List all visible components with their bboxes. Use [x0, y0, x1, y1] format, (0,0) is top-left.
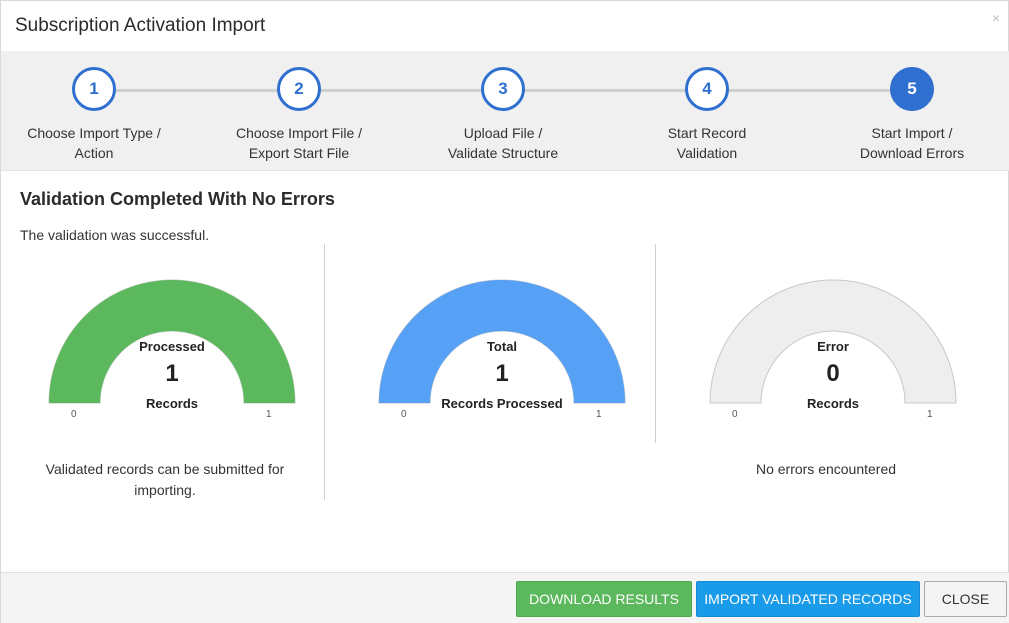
- step-3-label-line1: Upload File /: [463, 125, 543, 141]
- error-gauge-max: 1: [927, 409, 933, 420]
- error-description-line1: No errors encountered: [755, 461, 897, 477]
- processed-gauge-value: 1: [165, 360, 179, 387]
- step-4-label: Start Record Validation: [607, 123, 807, 163]
- processed-gauge-max: 1: [266, 409, 272, 420]
- column-divider-2: [655, 244, 656, 443]
- import-dialog: Subscription Activation Import × 1 Choos…: [0, 0, 1009, 623]
- total-gauge-max: 1: [596, 409, 602, 420]
- step-5: 5 Start Import / Download Errors: [812, 67, 1009, 163]
- step-1-label-line2: Action: [74, 145, 114, 161]
- error-description: No errors encountered: [686, 459, 966, 480]
- step-5-label: Start Import / Download Errors: [812, 123, 1009, 163]
- step-2-label-line2: Export Start File: [248, 145, 350, 161]
- step-1: 1 Choose Import Type / Action: [0, 67, 194, 163]
- close-button[interactable]: CLOSE: [924, 581, 1007, 617]
- total-gauge: Total 1 Records Processed 0 1: [372, 271, 632, 431]
- step-3-label-line2: Validate Structure: [447, 145, 559, 161]
- step-1-label-line1: Choose Import Type /: [27, 125, 161, 141]
- result-subtext: The validation was successful.: [20, 227, 210, 243]
- step-1-circle: 1: [72, 67, 116, 111]
- dialog-header: Subscription Activation Import ×: [1, 1, 1009, 51]
- total-gauge-title: Total: [486, 339, 518, 354]
- error-gauge: Error 0 Records 0 1: [703, 271, 963, 431]
- download-results-button[interactable]: DOWNLOAD RESULTS: [516, 581, 692, 617]
- step-5-label-line1: Start Import /: [871, 125, 953, 141]
- step-3-label: Upload File / Validate Structure: [403, 123, 603, 163]
- step-5-circle: 5: [890, 67, 934, 111]
- total-gauge-min: 0: [401, 409, 407, 420]
- step-1-label: Choose Import Type / Action: [0, 123, 194, 163]
- import-validated-records-button[interactable]: IMPORT VALIDATED RECORDS: [696, 581, 920, 617]
- processed-gauge: Processed 1 Records 0 1: [42, 271, 302, 431]
- total-gauge-value: 1: [495, 360, 509, 387]
- step-2-circle: 2: [277, 67, 321, 111]
- wizard-stepper: 1 Choose Import Type / Action 2 Choose I…: [1, 51, 1009, 171]
- dialog-title: Subscription Activation Import: [15, 15, 266, 36]
- step-4-label-line1: Start Record: [667, 125, 747, 141]
- step-5-label-line2: Download Errors: [859, 145, 965, 161]
- step-3-circle: 3: [481, 67, 525, 111]
- processed-gauge-min: 0: [71, 409, 77, 420]
- error-gauge-value: 0: [826, 360, 840, 387]
- step-3: 3 Upload File / Validate Structure: [403, 67, 603, 163]
- step-2-label-line1: Choose Import File /: [235, 125, 363, 141]
- processed-gauge-caption: Records: [145, 396, 199, 411]
- dialog-footer: DOWNLOAD RESULTS IMPORT VALIDATED RECORD…: [1, 572, 1009, 623]
- step-4: 4 Start Record Validation: [607, 67, 807, 163]
- error-gauge-title: Error: [817, 339, 849, 354]
- step-2-label: Choose Import File / Export Start File: [199, 123, 399, 163]
- step-4-label-line2: Validation: [676, 145, 738, 161]
- processed-description-line2: importing.: [134, 482, 196, 498]
- processed-description-line1: Validated records can be submitted for: [45, 461, 285, 477]
- step-4-circle: 4: [685, 67, 729, 111]
- error-gauge-min: 0: [732, 409, 738, 420]
- column-divider-1: [324, 244, 325, 500]
- result-heading: Validation Completed With No Errors: [20, 189, 335, 209]
- close-icon[interactable]: ×: [992, 10, 1000, 26]
- step-2: 2 Choose Import File / Export Start File: [199, 67, 399, 163]
- error-gauge-caption: Records: [806, 396, 860, 411]
- total-gauge-caption: Records Processed: [441, 396, 563, 411]
- processed-description: Validated records can be submitted for i…: [25, 459, 305, 501]
- processed-gauge-title: Processed: [139, 339, 205, 354]
